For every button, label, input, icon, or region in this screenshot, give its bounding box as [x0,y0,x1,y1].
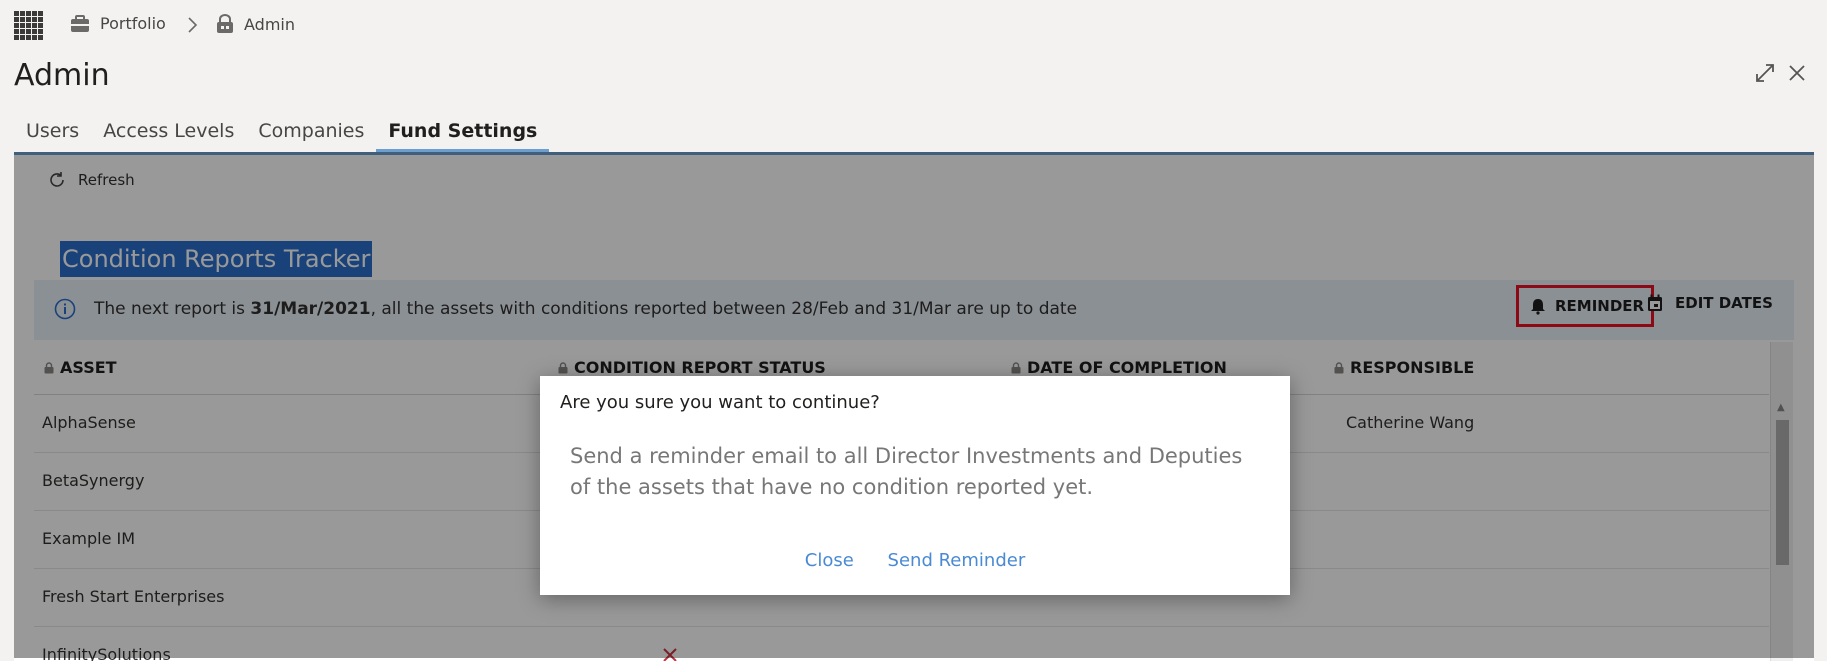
breadcrumb-label: Portfolio [100,14,166,33]
page-title: Admin [14,58,110,93]
chevron-right-icon [188,17,198,33]
close-button[interactable]: Close [805,550,854,571]
tab-users[interactable]: Users [14,116,91,152]
expand-icon[interactable] [1754,62,1776,84]
dialog-title: Are you sure you want to continue? [560,392,880,413]
briefcase-icon [71,14,89,32]
lock-icon [217,14,233,33]
dialog-actions: Close Send Reminder [540,550,1290,571]
breadcrumb-admin[interactable]: Admin [216,14,295,34]
top-bar: Portfolio Admin [0,0,1827,48]
tab-bar: Users Access Levels Companies Fund Setti… [14,116,550,152]
app-launcher-icon[interactable] [14,11,44,41]
confirm-dialog: Are you sure you want to continue? Send … [540,376,1290,595]
breadcrumb-portfolio[interactable]: Portfolio [70,14,166,33]
tab-fund-settings[interactable]: Fund Settings [376,116,550,152]
tab-companies[interactable]: Companies [246,116,376,152]
tab-access-levels[interactable]: Access Levels [91,116,246,152]
send-reminder-button[interactable]: Send Reminder [888,550,1026,571]
close-icon[interactable] [1786,62,1808,84]
dialog-body: Send a reminder email to all Director In… [570,444,1243,499]
breadcrumb-label: Admin [244,14,295,34]
